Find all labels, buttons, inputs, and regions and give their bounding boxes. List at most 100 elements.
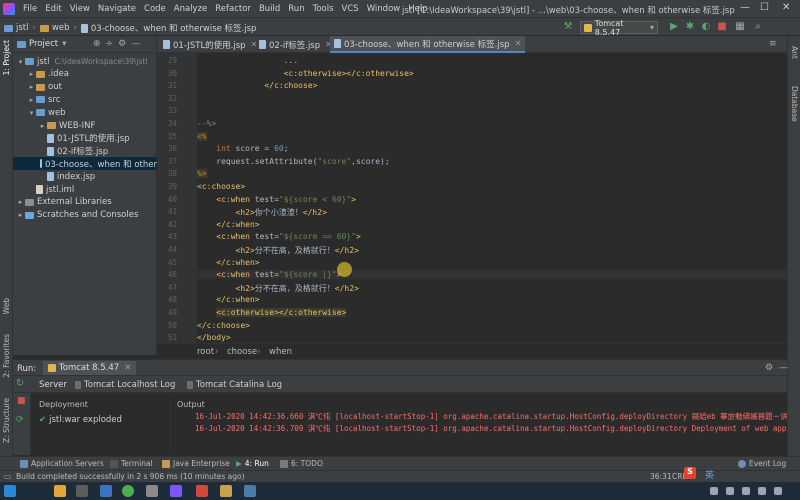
menu-edit[interactable]: Edit: [41, 4, 65, 14]
menu-run[interactable]: Run: [284, 4, 308, 14]
tree-item[interactable]: ▾ web: [13, 106, 157, 119]
tree-item[interactable]: ▸ Scratches and Consoles: [13, 209, 157, 222]
debug-icon[interactable]: ✱: [684, 21, 696, 33]
build-hammer-icon[interactable]: ⚒: [562, 21, 574, 33]
locate-icon[interactable]: ⊕: [93, 39, 106, 49]
deployment-item[interactable]: ✔ jstl:war exploded: [39, 415, 122, 425]
tree-item[interactable]: ▸ src: [13, 93, 157, 106]
run-tool-button[interactable]: ▶ 4: Run: [236, 459, 269, 468]
expand-right-icon[interactable]: ▸: [27, 96, 36, 104]
menu-view[interactable]: View: [66, 4, 94, 14]
gear-icon[interactable]: ⚙: [765, 363, 773, 373]
tab-catalina-log[interactable]: Tomcat Catalina Log: [187, 380, 282, 390]
tab-server[interactable]: Server: [39, 380, 67, 390]
database-tool-button[interactable]: Database: [790, 86, 799, 122]
minimize-icon[interactable]: —: [740, 2, 750, 13]
tray-icon[interactable]: [710, 487, 718, 495]
nav-crumb-project[interactable]: jstl: [16, 23, 28, 33]
taskbar-app-icon[interactable]: [100, 485, 112, 497]
expand-right-icon[interactable]: ▸: [27, 70, 36, 78]
caret-position[interactable]: 36:31: [650, 472, 672, 481]
tray-icon[interactable]: [726, 487, 734, 495]
taskbar-app-icon[interactable]: [146, 485, 158, 497]
tree-item[interactable]: index.jsp: [13, 170, 157, 183]
tray-icon[interactable]: [742, 487, 750, 495]
menu-navigate[interactable]: Navigate: [94, 4, 140, 14]
coverage-icon[interactable]: ◐: [700, 21, 712, 33]
deploy-icon[interactable]: ⟳: [16, 415, 24, 425]
taskbar-app-icon[interactable]: [76, 485, 88, 497]
tab-list-icon[interactable]: ≡: [769, 39, 777, 49]
application-servers-button[interactable]: Application Servers: [20, 459, 104, 468]
ime-language[interactable]: 英: [705, 468, 714, 481]
maximize-icon[interactable]: ☐: [760, 2, 769, 13]
taskbar-app-icon[interactable]: [196, 485, 208, 497]
tree-item[interactable]: ▾ jstl C:\IdeaWorkspace\39\jstl: [13, 55, 157, 68]
search-icon[interactable]: ⌕: [752, 21, 764, 33]
code-editor[interactable]: ... <c:otherwise></c:otherwise> </c:choo…: [197, 53, 787, 343]
rerun-icon[interactable]: ↻: [16, 378, 24, 389]
tree-item[interactable]: ▸ External Libraries: [13, 196, 157, 209]
menu-analyze[interactable]: Analyze: [170, 4, 212, 14]
chrome-icon[interactable]: [122, 485, 134, 497]
menu-build[interactable]: Build: [255, 4, 284, 14]
ant-tool-button[interactable]: Ant: [790, 46, 799, 59]
project-structure-icon[interactable]: ▦: [734, 21, 746, 33]
nav-crumb-file[interactable]: 03-choose、when 和 otherwise 标签.jsp: [91, 22, 257, 34]
breadcrumb-root[interactable]: root: [197, 347, 214, 357]
run-config-select[interactable]: Tomcat 8.5.47 ▾: [580, 19, 658, 37]
terminal-button[interactable]: Terminal: [110, 459, 153, 468]
tree-item[interactable]: ▸ WEB-INF: [13, 119, 157, 132]
gear-icon[interactable]: ⚙: [118, 39, 131, 49]
intellij-taskbar-icon[interactable]: [170, 485, 182, 497]
hide-icon[interactable]: —: [131, 39, 145, 49]
editor-tab[interactable]: 01-JSTL的使用.jsp ✕: [159, 36, 261, 53]
structure-tool-button[interactable]: Z: Structure: [2, 398, 11, 443]
output-console[interactable]: Output 16-Jul-2020 14:42:36.660 淇℃伅 [loc…: [171, 393, 787, 455]
expand-right-icon[interactable]: ▸: [16, 211, 25, 219]
status-message[interactable]: Build completed successfully in 2 s 906 …: [16, 472, 245, 481]
tree-item[interactable]: 03-choose、when 和 other: [13, 157, 157, 171]
sogou-ime-icon[interactable]: S: [684, 467, 696, 479]
project-tool-button[interactable]: 1: Project: [2, 40, 11, 75]
tree-item[interactable]: jstl.iml: [13, 183, 157, 196]
expand-right-icon[interactable]: ▸: [27, 83, 36, 91]
collapse-icon[interactable]: ÷: [106, 39, 119, 49]
editor-tab[interactable]: 03-choose、when 和 otherwise 标签.jsp ✕: [330, 36, 526, 53]
file-explorer-icon[interactable]: [54, 485, 66, 497]
tray-icon[interactable]: [758, 487, 766, 495]
java-enterprise-button[interactable]: Java Enterprise: [162, 459, 230, 468]
menu-vcs[interactable]: VCS: [338, 4, 363, 14]
hide-icon[interactable]: —: [779, 363, 788, 373]
breadcrumb-when[interactable]: when: [269, 347, 292, 357]
expand-right-icon[interactable]: ▸: [16, 198, 25, 206]
run-icon[interactable]: ▶: [668, 21, 680, 33]
menu-code[interactable]: Code: [140, 4, 170, 14]
run-config-tab[interactable]: Tomcat 8.5.47 ✕: [43, 361, 137, 375]
expand-down-icon[interactable]: ▾: [16, 58, 25, 66]
tray-icon[interactable]: [774, 487, 782, 495]
todo-button[interactable]: 6: TODO: [280, 459, 323, 468]
close-icon[interactable]: ✕: [782, 2, 790, 13]
windows-start-icon[interactable]: [4, 485, 16, 497]
nav-crumb-folder[interactable]: web: [52, 23, 70, 33]
web-tool-button[interactable]: Web: [2, 298, 11, 314]
tree-item[interactable]: ▸ .idea: [13, 68, 157, 81]
event-log-button[interactable]: Event Log: [738, 459, 786, 468]
menu-refactor[interactable]: Refactor: [211, 4, 255, 14]
chevron-down-icon[interactable]: ▾: [62, 39, 66, 49]
menu-file[interactable]: File: [19, 4, 41, 14]
favorites-tool-button[interactable]: 2: Favorites: [2, 334, 11, 378]
expand-right-icon[interactable]: ▸: [38, 122, 47, 130]
taskbar-app-icon[interactable]: [220, 485, 232, 497]
taskbar-app-icon[interactable]: [244, 485, 256, 497]
expand-down-icon[interactable]: ▾: [27, 109, 36, 117]
editor-tab[interactable]: 02-if标签.jsp ✕: [255, 36, 336, 53]
menu-tools[interactable]: Tools: [309, 4, 338, 14]
menu-window[interactable]: Window: [363, 4, 405, 14]
stop-icon[interactable]: ■: [17, 396, 26, 406]
close-tab-icon[interactable]: ✕: [515, 39, 522, 48]
project-panel-title[interactable]: Project: [29, 39, 58, 49]
tab-localhost-log[interactable]: Tomcat Localhost Log: [75, 380, 175, 390]
tree-item[interactable]: ▸ out: [13, 81, 157, 94]
